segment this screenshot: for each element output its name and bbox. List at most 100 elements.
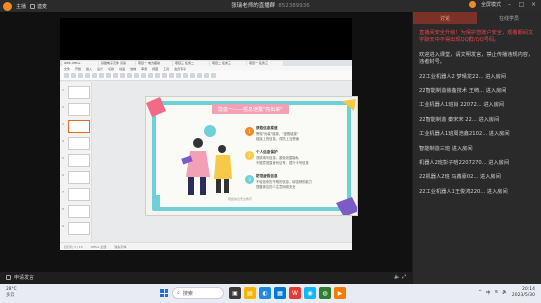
weather-widget[interactable]: 28°C 多云 <box>6 287 17 298</box>
ribbon-tool-icon[interactable] <box>113 73 118 78</box>
network-icon[interactable]: ≋ <box>495 290 499 295</box>
stage-bottom-bar: 申请发言 🔈 ⤢ <box>0 272 412 284</box>
status-item[interactable]: 缺失字体 <box>114 245 126 249</box>
thumb-number: 6 <box>62 173 64 177</box>
start-menu-icon[interactable] <box>160 289 168 297</box>
ribbon-tool-icon[interactable] <box>141 73 146 78</box>
apply-speak[interactable]: 申请发言 <box>6 274 34 281</box>
point-number-badge: 2 <box>245 151 254 160</box>
ppt-tab[interactable]: 项目三 任务二 <box>173 60 209 66</box>
ribbon-tool-icon[interactable] <box>211 73 216 78</box>
qq-icon[interactable]: ◉ <box>304 287 316 299</box>
minimize-icon[interactable]: – <box>506 1 513 8</box>
ribbon-tool-icon[interactable] <box>78 73 83 78</box>
list-item: 工业机器人1班肖 22072... 进入房间 <box>419 102 505 109</box>
fullscreen-mode-label[interactable]: 全屏模式 <box>481 1 501 8</box>
menu-item[interactable]: 视图 <box>152 67 158 71</box>
list-item: 22工业机器人2 梦晴龙22... 进入房间 <box>419 73 506 80</box>
wechat-icon[interactable]: ◍ <box>319 287 331 299</box>
slide-thumbnail[interactable] <box>68 86 90 99</box>
menu-item[interactable]: 切换 <box>108 67 114 71</box>
clock[interactable]: 20:14 2023/5/30 <box>512 287 535 298</box>
menu-item[interactable]: 审阅 <box>141 67 147 71</box>
room-title: 张瑞老师的直播群 852389936 <box>0 1 541 9</box>
file-explorer-icon[interactable]: ▤ <box>244 287 256 299</box>
menu-item[interactable]: 动画 <box>119 67 125 71</box>
ppt-tab[interactable]: 项目一 任务三 <box>247 60 283 66</box>
weather-temp: 28°C <box>6 287 17 292</box>
ribbon-tool-icon[interactable] <box>134 73 139 78</box>
volume-icon[interactable]: 🔈 <box>502 290 508 295</box>
ribbon-tool-icon[interactable] <box>64 73 69 78</box>
taskbar-apps: ▣ ▤ ◐ ▦ W ◉ ◍ ▶ <box>229 287 346 299</box>
maximize-icon[interactable]: □ <box>518 1 525 8</box>
ppt-window: WPS Office 基础电子元件 识读 项目一 电力拖动 项目三 任务二 项目… <box>60 60 358 250</box>
slide-title: 隐患一——信息泄露"亮出来" <box>212 104 289 114</box>
slide-point: 个人信息保护 谨慎填写信息，避免泄露隐私 不随意透露身份证号、银行卡号信息 <box>256 150 309 165</box>
menu-item[interactable]: 开始 <box>75 67 81 71</box>
task-view-icon[interactable]: ▣ <box>229 287 241 299</box>
list-item: 22智能制造 秦宋宋 22... 进入房间 <box>419 116 500 123</box>
menu-item[interactable]: 设计 <box>97 67 103 71</box>
menu-item[interactable]: 会员专享 <box>174 67 186 71</box>
taskbar-search[interactable]: ⌕ 搜索 <box>172 287 224 299</box>
tray-expand-icon[interactable]: ^ <box>478 290 482 295</box>
menu-item[interactable]: 文件 <box>64 67 70 71</box>
tab-online-students[interactable]: 在线学员 <box>477 12 541 24</box>
menu-item[interactable]: 放映 <box>130 67 136 71</box>
menu-item[interactable]: 工具 <box>163 67 169 71</box>
ribbon-tool-icon[interactable] <box>99 73 104 78</box>
slide-thumbnail[interactable] <box>68 137 90 150</box>
close-icon[interactable]: × <box>530 1 537 8</box>
ppt-tab[interactable]: 项目二 任务三 <box>210 60 246 66</box>
slide-thumbnail[interactable] <box>68 154 90 167</box>
slide-thumbnail[interactable] <box>68 171 90 184</box>
point-desc: 提醒身边的人注意网络安全 <box>256 185 296 189</box>
slide-thumbnail-active[interactable] <box>68 120 90 133</box>
ribbon-tool-icon[interactable] <box>169 73 174 78</box>
edge-browser-icon[interactable]: ◐ <box>259 287 271 299</box>
thumb-number: 4 <box>62 139 64 143</box>
slide-thumbnail[interactable] <box>68 222 90 235</box>
slide-thumbnail[interactable] <box>68 205 90 218</box>
ribbon-tool-icon[interactable] <box>197 73 202 78</box>
ribbon-tool-icon[interactable] <box>162 73 167 78</box>
stage-right-controls: 🔈 ⤢ <box>394 274 406 280</box>
point-number-badge: 1 <box>245 127 254 136</box>
tab-discussion[interactable]: 讨论 <box>413 12 477 24</box>
video-stage: WPS Office 基础电子元件 识读 项目一 电力拖动 项目三 任务二 项目… <box>0 12 412 272</box>
ppt-tab[interactable]: 项目一 电力拖动 <box>136 60 172 66</box>
ribbon-tool-icon[interactable] <box>190 73 195 78</box>
ribbon-tool-icon[interactable] <box>106 73 111 78</box>
volume-icon[interactable]: 🔈 <box>394 274 400 280</box>
ribbon-tool-icon[interactable] <box>92 73 97 78</box>
slide-point: 获取信息渠道 警惕"伪装"链接，"虚假链接" 链接上的信息，谨防上当受骗 <box>256 126 299 141</box>
ppt-tab[interactable]: WPS Office <box>62 60 98 66</box>
ribbon-tool-icon[interactable] <box>183 73 188 78</box>
slide-thumbnail[interactable] <box>68 103 90 116</box>
menu-item[interactable]: 插入 <box>86 67 92 71</box>
ribbon-tool-icon[interactable] <box>204 73 209 78</box>
ribbon-tool-icon[interactable] <box>176 73 181 78</box>
live-app-icon[interactable]: ▶ <box>334 287 346 299</box>
thumb-number: 9 <box>62 224 64 228</box>
expand-icon[interactable]: ⤢ <box>402 274 406 280</box>
point-number-badge: 3 <box>245 175 254 184</box>
list-item: 22工业机器人1王俊鸿220... 进入房间 <box>419 188 508 195</box>
clock-date: 2023/5/30 <box>511 292 535 298</box>
slide-thumbnail[interactable] <box>68 188 90 201</box>
store-icon[interactable]: ▦ <box>274 287 286 299</box>
slide-canvas: 隐患一——信息泄露"亮出来" 1 获取信息渠道 警惕"伪装"链接，"虚假链接" … <box>93 82 358 242</box>
ribbon-tool-icon[interactable] <box>127 73 132 78</box>
ribbon-tool-icon[interactable] <box>120 73 125 78</box>
ppt-tab[interactable]: 基础电子元件 识读 <box>99 60 135 66</box>
windows-taskbar: 28°C 多云 ⌕ 搜索 ▣ ▤ ◐ ▦ W ◉ ◍ ▶ ^ 中 ≋ 🔈 20:… <box>0 284 541 303</box>
current-slide[interactable]: 隐患一——信息泄露"亮出来" 1 获取信息渠道 警惕"伪装"链接，"虚假链接" … <box>145 96 358 216</box>
ribbon-tool-icon[interactable] <box>148 73 153 78</box>
welcome-message: 欢迎进入课堂，请文明发言，禁止传播违规内容，违者封号。 <box>419 51 534 66</box>
ribbon-tool-icon[interactable] <box>71 73 76 78</box>
ribbon-tool-icon[interactable] <box>155 73 160 78</box>
wps-icon[interactable]: W <box>289 287 301 299</box>
ribbon-tool-icon[interactable] <box>85 73 90 78</box>
input-language[interactable]: 中 <box>486 290 491 296</box>
